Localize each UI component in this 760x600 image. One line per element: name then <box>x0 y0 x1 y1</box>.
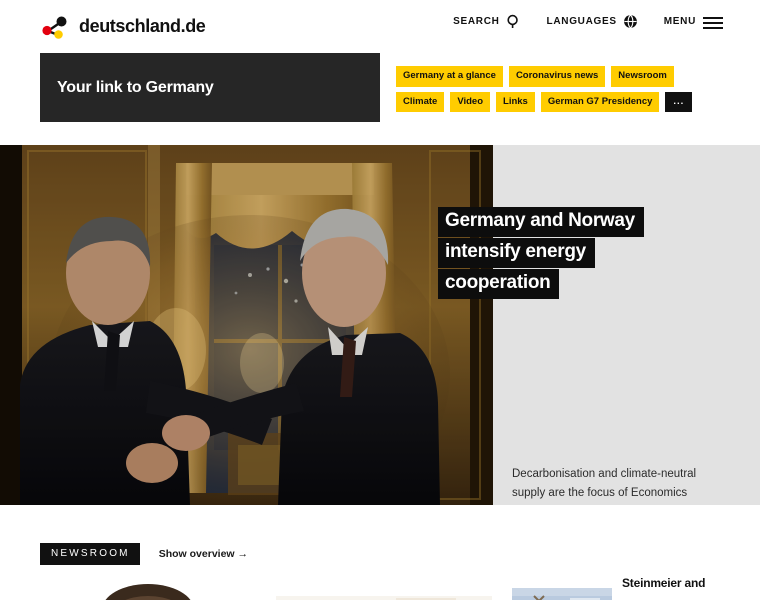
hero-headline-line-2: intensify energy <box>438 237 595 268</box>
tag-more-button[interactable]: ... <box>665 91 693 112</box>
claim-and-tags-row: Your link to Germany Germany at a glance… <box>0 53 760 145</box>
hero-headline-line-3: cooperation <box>438 268 560 299</box>
hero-subtext: Decarbonisation and climate-neutral supp… <box>512 468 697 499</box>
newsroom-card[interactable] <box>40 576 256 600</box>
menu-label: MENU <box>663 16 696 27</box>
hero-headline-line-1: Germany and Norway <box>438 207 644 237</box>
newsroom-show-overview-link[interactable]: Show overview → <box>159 548 248 560</box>
deutschland-dots-logo-icon <box>40 14 70 40</box>
newsroom-badge[interactable]: NEWSROOM <box>40 543 140 565</box>
claim-text: Your link to Germany <box>57 78 214 96</box>
tag-german-g7-presidency[interactable]: German G7 Presidency <box>540 91 660 112</box>
languages-button[interactable]: LANGUAGES <box>547 14 638 29</box>
brand-name: deutschland.de <box>79 16 206 36</box>
search-icon <box>506 14 521 29</box>
hero-image[interactable] <box>0 145 493 505</box>
newsroom-card-list: Steinmeier and <box>40 576 730 600</box>
tag-germany-at-a-glance[interactable]: Germany at a glance <box>396 66 503 87</box>
tag-newsroom[interactable]: Newsroom <box>611 66 674 87</box>
tag-links[interactable]: Links <box>496 91 535 112</box>
hero-headline: Germany and Norway intensify energy coop… <box>438 207 738 300</box>
languages-label: LANGUAGES <box>546 16 617 27</box>
card-thumbnail <box>276 576 492 600</box>
hamburger-menu-icon <box>702 15 724 29</box>
brand-logo-link[interactable]: deutschland.de <box>40 14 206 40</box>
newsroom-card[interactable]: Steinmeier and <box>512 576 730 600</box>
menu-button[interactable]: MENU <box>664 15 724 29</box>
topic-tag-list: Germany at a glance Coronavirus news New… <box>396 66 696 112</box>
claim-box: Your link to Germany <box>40 53 380 122</box>
tag-video[interactable]: Video <box>450 91 491 112</box>
tag-climate[interactable]: Climate <box>396 91 445 112</box>
card-thumbnail <box>40 576 256 600</box>
search-button[interactable]: SEARCH <box>453 14 520 29</box>
tag-coronavirus-news[interactable]: Coronavirus news <box>508 66 606 87</box>
hero-section: Germany and Norway intensify energy coop… <box>0 145 760 505</box>
newsroom-section: NEWSROOM Show overview → Steinmeier and <box>0 505 760 600</box>
card-title: Steinmeier and <box>622 576 706 590</box>
globe-icon <box>623 14 638 29</box>
newsroom-card[interactable] <box>276 576 492 600</box>
site-header: deutschland.de SEARCH LANGUAGES MENU <box>0 0 760 53</box>
card-thumbnail <box>512 576 612 600</box>
search-label: SEARCH <box>453 16 500 27</box>
header-nav: SEARCH LANGUAGES MENU <box>453 14 724 29</box>
newsroom-header: NEWSROOM Show overview → <box>40 543 248 565</box>
